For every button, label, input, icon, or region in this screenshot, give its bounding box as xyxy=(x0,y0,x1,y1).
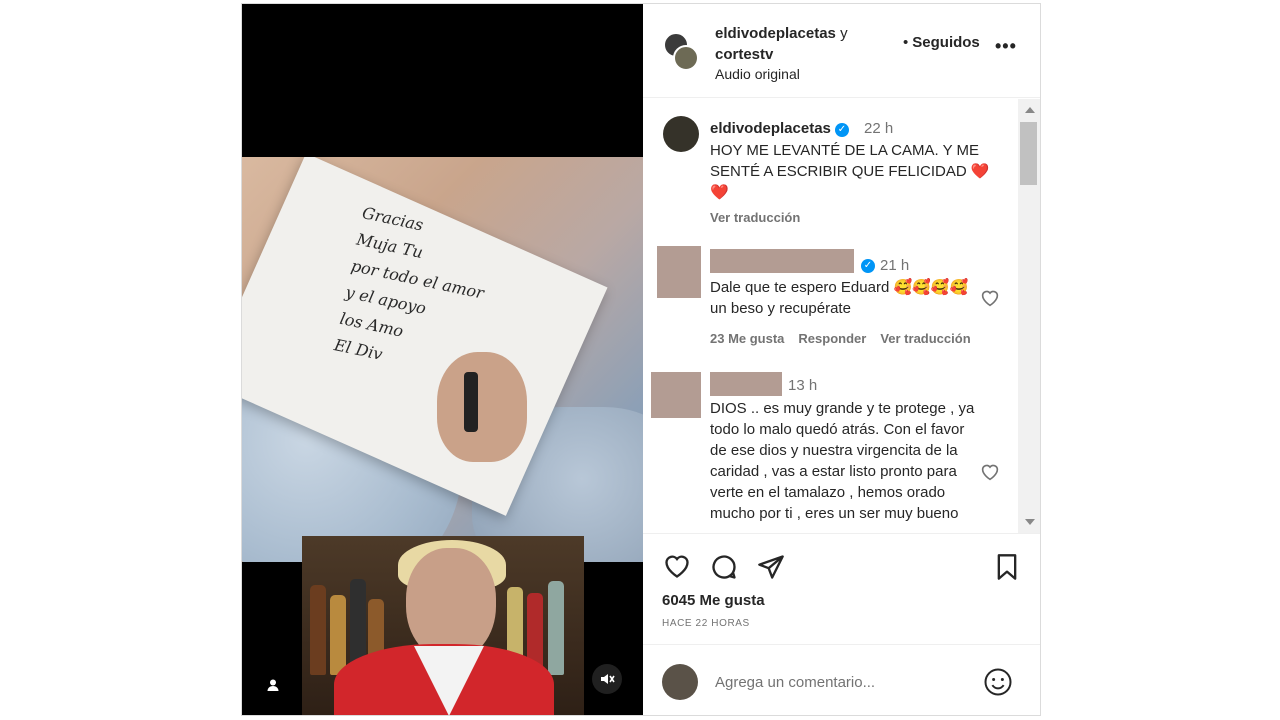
like-comment-icon[interactable] xyxy=(980,463,1000,481)
scroll-up-arrow-icon[interactable] xyxy=(1025,107,1035,113)
caption-text: HOY ME LEVANTÉ DE LA CAMA. Y ME SENTÉ A … xyxy=(710,140,1010,203)
comment-time[interactable]: 21 h xyxy=(880,257,909,274)
separator-dot: • xyxy=(903,34,909,51)
marker-pen xyxy=(464,372,478,432)
writing-hand xyxy=(437,352,527,462)
like-comment-icon[interactable] xyxy=(980,289,1000,307)
post-timestamp[interactable]: HACE 22 HORAS xyxy=(662,618,750,629)
emoji-icon[interactable] xyxy=(983,667,1013,697)
bottle xyxy=(310,585,326,675)
comment-text: Dale que te espero Eduard 🥰🥰🥰🥰 un beso y… xyxy=(710,279,969,317)
collaborator-username[interactable]: cortestv xyxy=(715,46,773,63)
more-options-icon[interactable]: ••• xyxy=(995,36,1017,57)
verified-icon: ✓ xyxy=(834,123,849,137)
comments-scrollbar[interactable] xyxy=(1018,99,1040,533)
person-icon xyxy=(267,679,279,691)
author-connector: y xyxy=(840,25,848,42)
save-bookmark-icon[interactable] xyxy=(995,553,1019,581)
collab-avatars[interactable] xyxy=(663,32,699,72)
scroll-thumb[interactable] xyxy=(1020,122,1037,185)
comment-likes[interactable]: 23 Me gusta xyxy=(710,331,784,346)
inset-video xyxy=(302,536,584,715)
audio-label[interactable]: Audio original xyxy=(715,66,800,82)
media-letterbox xyxy=(242,4,643,157)
comment-translate[interactable]: Ver traducción xyxy=(880,331,970,346)
comment-text: DIOS .. es muy grande y te protege , ya … xyxy=(710,400,975,522)
speaker-muted-icon xyxy=(601,674,615,684)
share-paper-plane-icon[interactable] xyxy=(757,553,785,581)
author-username[interactable]: eldivodeplacetas xyxy=(715,25,836,42)
redacted-avatar xyxy=(657,246,701,298)
tagged-user-icon[interactable] xyxy=(259,671,287,699)
post-photo: Gracias Muja Tu por todo el amor y el ap… xyxy=(242,157,643,562)
following-label: Seguidos xyxy=(912,34,980,51)
comment-input[interactable] xyxy=(715,669,975,695)
scroll-down-arrow-icon[interactable] xyxy=(1025,519,1035,525)
comments-list[interactable]: eldivodeplacetas ✓ 22 h HOY ME LEVANTÉ DE… xyxy=(643,99,1040,533)
comment-bubble-icon[interactable] xyxy=(710,553,738,581)
redacted-username xyxy=(710,249,854,273)
like-heart-icon[interactable] xyxy=(663,553,691,579)
author-names: eldivodeplacetas y cortestv xyxy=(715,23,875,65)
comment-time[interactable]: 13 h xyxy=(788,377,817,394)
following-button[interactable]: • Seguidos xyxy=(903,34,980,51)
likes-count[interactable]: 6045 Me gusta xyxy=(662,592,765,609)
post-actions: 6045 Me gusta HACE 22 HORAS xyxy=(643,533,1040,643)
avatar[interactable] xyxy=(663,116,699,152)
post-dialog: Gracias Muja Tu por todo el amor y el ap… xyxy=(241,3,1041,716)
verified-icon: ✓ xyxy=(861,259,875,273)
post-media[interactable]: Gracias Muja Tu por todo el amor y el ap… xyxy=(242,4,643,715)
post-side-panel: eldivodeplacetas y cortestv Audio origin… xyxy=(643,4,1040,715)
avatar xyxy=(662,664,698,700)
mute-button[interactable] xyxy=(592,664,622,694)
caption-time[interactable]: 22 h xyxy=(864,120,893,137)
caption-body: HOY ME LEVANTÉ DE LA CAMA. Y ME SENTÉ A … xyxy=(710,142,979,180)
post-header: eldivodeplacetas y cortestv Audio origin… xyxy=(643,4,1040,98)
redacted-avatar xyxy=(651,372,701,418)
avatar[interactable] xyxy=(673,45,699,71)
add-comment-bar xyxy=(643,644,1040,715)
caption-author[interactable]: eldivodeplacetas ✓ xyxy=(710,120,849,137)
reply-button[interactable]: Responder xyxy=(798,331,866,346)
bottle xyxy=(548,581,564,675)
redacted-username xyxy=(710,372,782,396)
comment-meta: 23 Me gusta Responder Ver traducción xyxy=(710,331,985,346)
caption-translate[interactable]: Ver traducción xyxy=(710,210,800,225)
caption-username[interactable]: eldivodeplacetas xyxy=(710,120,831,137)
bottle xyxy=(330,595,346,675)
